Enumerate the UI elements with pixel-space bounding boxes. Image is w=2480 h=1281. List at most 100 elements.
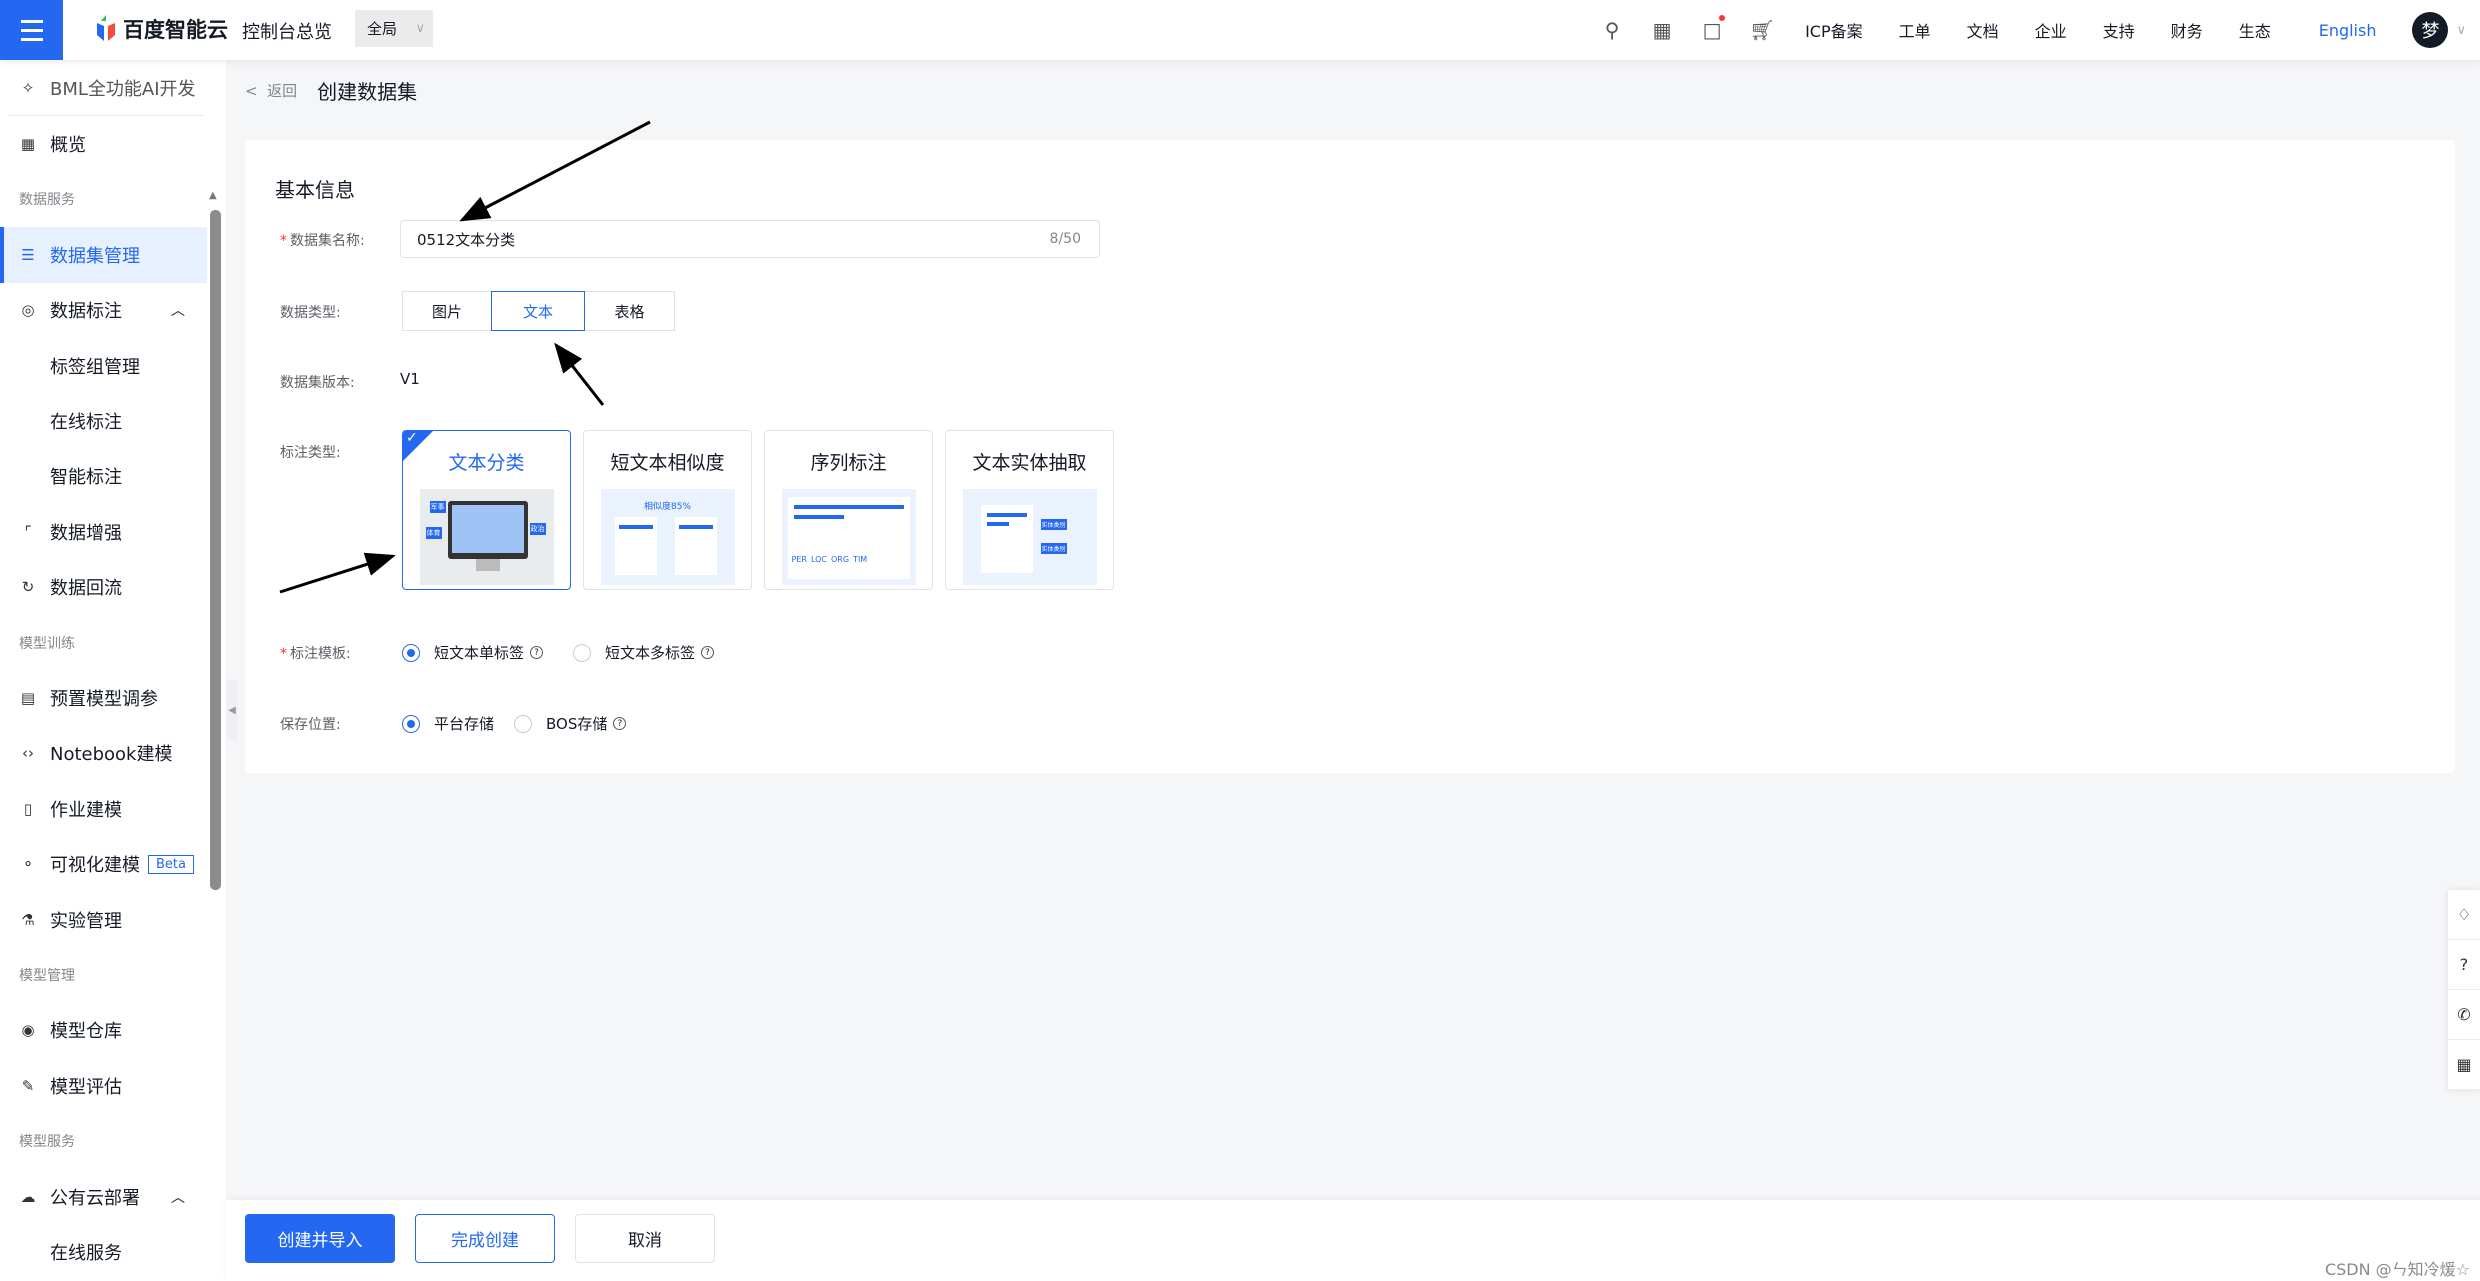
storage-label: 保存位置: [280, 717, 341, 733]
card-sequence-labeling[interactable]: 序列标注 PER LOC ORG TIM [764, 430, 933, 590]
sidebar-product-title[interactable]: ✧ BML全功能AI开发 [0, 60, 207, 115]
evaluate-icon: ✎ [21, 1076, 35, 1095]
baidu-cloud-logo-icon [97, 15, 115, 41]
sidebar-item-label: 公有云部署 [50, 1187, 140, 1209]
avatar[interactable]: 梦 [2412, 12, 2449, 48]
help-icon[interactable]: ? [2448, 940, 2480, 990]
sidebar-item[interactable]: ⚬ 可视化建模 Beta [0, 836, 207, 891]
nav-ecosystem[interactable]: 生态 [2239, 18, 2271, 42]
sidebar-item-label: Notebook建模 [50, 744, 173, 766]
sidebar-item[interactable]: ☁ 公有云部署 ︿ [0, 1169, 207, 1224]
dataset-name-input[interactable]: 0512文本分类 8/50 [400, 220, 1100, 258]
nav-ticket[interactable]: 工单 [1899, 18, 1931, 42]
floating-toolbar: ♢ ? ✆ ▦ [2448, 890, 2480, 1090]
card-text-classification[interactable]: ✓ 文本分类 军事 体育 政治 [402, 430, 571, 590]
sidebar-item[interactable]: ⌜ 数据增强 [0, 504, 207, 559]
template-radio-group: 短文本单标签? 短文本多标签? [402, 642, 744, 663]
create-and-import-button[interactable]: 创建并导入 [245, 1214, 395, 1263]
radio-single-label[interactable] [402, 643, 420, 662]
sidebar-section-header: 数据服务 [0, 172, 207, 227]
card-entity-extraction[interactable]: 文本实体抽取 实体类别 实体类别 [945, 430, 1114, 590]
console-overview-link[interactable]: 控制台总览 [242, 18, 332, 44]
radio-label: BOS存储 [546, 715, 608, 733]
watermark: CSDN @ㄣ知冷煖☆ [2324, 1260, 2470, 1279]
data-type-text[interactable]: 文本 [491, 291, 585, 331]
template-label: * 标注模板: [280, 646, 351, 662]
sidebar-section-header: 模型训练 [0, 615, 207, 670]
qrcode-icon[interactable]: ▦ [1637, 18, 1687, 42]
nav-icp[interactable]: ICP备案 [1805, 18, 1863, 42]
sidebar-item-label: 概览 [50, 135, 86, 157]
nav-finance[interactable]: 财务 [2171, 18, 2203, 42]
sidebar-item[interactable]: ◉ 模型仓库 [0, 1003, 207, 1058]
sidebar-item[interactable]: 标签组管理 [0, 338, 207, 393]
tag: 政治 [529, 523, 546, 535]
tag: 实体类别 [1040, 543, 1067, 554]
radio-platform-storage[interactable] [402, 714, 420, 733]
help-icon[interactable]: ? [530, 646, 544, 659]
data-type-image[interactable]: 图片 [402, 291, 492, 331]
scope-dropdown[interactable]: 全局 ∨ [355, 10, 433, 47]
sidebar-item-label: 模型仓库 [50, 1021, 122, 1043]
top-header: 百度智能云 控制台总览 全局 ∨ ⚲ ▦ □ 🛒︎ ICP备案 工单 文档 企业 … [0, 0, 2480, 60]
tag: 体育 [425, 527, 442, 539]
radio-bos-storage[interactable] [514, 714, 533, 733]
sidebar-item[interactable]: ☰ 数据集管理 [0, 227, 207, 283]
sidebar-item-label: 作业建模 [50, 799, 122, 821]
tag-icon[interactable]: ♢ [2448, 890, 2480, 940]
card-short-text-similarity[interactable]: 短文本相似度 相似度85% [583, 430, 752, 590]
help-icon[interactable]: ? [701, 646, 715, 659]
help-icon[interactable]: ? [613, 717, 627, 730]
sidebar-item[interactable]: ▦ 概览 [0, 116, 207, 171]
repo-icon: ◉ [21, 1021, 35, 1040]
finish-create-button[interactable]: 完成创建 [415, 1214, 555, 1263]
nav-enterprise[interactable]: 企业 [2035, 18, 2067, 42]
sidebar: ✧ BML全功能AI开发 ▦ 概览 数据服务 ☰ 数据集管理 ◎ 数据标注 ︿ 标签组管理 在线标注… [0, 60, 226, 1281]
cart-icon[interactable]: 🛒︎ [1737, 18, 1787, 42]
entity-illustration: 实体类别 实体类别 [962, 489, 1097, 585]
nav-support[interactable]: 支持 [2103, 18, 2135, 42]
sidebar-item[interactable]: ▤ 预置模型调参 [0, 670, 207, 725]
sidebar-item[interactable]: 在线服务 [0, 1224, 207, 1279]
phone-icon[interactable]: ✆ [2448, 990, 2480, 1040]
input-value: 0512文本分类 [417, 230, 516, 249]
sidebar-item[interactable]: 在线标注 [0, 393, 207, 448]
back-link[interactable]: < 返回 [245, 80, 297, 101]
apps-grid-icon[interactable]: ▦ [2448, 1040, 2480, 1090]
nav-docs[interactable]: 文档 [1967, 18, 1999, 42]
sidebar-item[interactable]: ✎ 模型评估 [0, 1058, 207, 1113]
char-count: 8/50 [1049, 231, 1081, 247]
annotation-type-cards: ✓ 文本分类 军事 体育 政治 短文本相似度 相似度85% 序列标注 PER L… [402, 430, 1114, 590]
basic-info-panel: 基本信息 * 数据集名称: 0512文本分类 8/50 数据类型: 图片 文本 表格… [245, 140, 2455, 773]
data-type-table[interactable]: 表格 [584, 291, 675, 331]
cancel-button[interactable]: 取消 [575, 1214, 715, 1263]
search-icon[interactable]: ⚲ [1587, 18, 1637, 42]
notification-dot [1719, 15, 1726, 21]
footer-bar: 创建并导入 完成创建 取消 [226, 1200, 2480, 1281]
database-icon: ☰ [21, 245, 35, 264]
sidebar-item-label: 模型训练 [19, 635, 75, 652]
tag: PER [791, 555, 807, 564]
sidebar-item[interactable]: ▯ 作业建模 [0, 781, 207, 836]
storage-radio-group: 平台存储 BOS存储? [402, 713, 656, 734]
message-icon[interactable]: □ [1687, 15, 1737, 42]
sidebar-item[interactable]: ↻ 数据回流 [0, 560, 207, 615]
page-title: 创建数据集 [317, 79, 418, 104]
scroll-up-arrow[interactable]: ▲ [209, 190, 217, 201]
menu-button[interactable] [0, 0, 63, 60]
scope-value: 全局 [367, 20, 398, 38]
sidebar-collapse-button[interactable]: ◀ [226, 680, 238, 740]
sidebar-item-label: 数据集管理 [50, 245, 140, 267]
chevron-down-icon[interactable]: ∨ [2456, 23, 2466, 38]
chevron-up-icon[interactable]: ︿ [171, 300, 185, 320]
sidebar-item[interactable]: 智能标注 [0, 449, 207, 504]
radio-multi-label[interactable] [573, 643, 592, 662]
sidebar-item[interactable]: ⚗ 实验管理 [0, 892, 207, 947]
radio-label: 平台存储 [434, 715, 495, 733]
sidebar-scrollbar[interactable] [210, 210, 221, 890]
logo[interactable]: 百度智能云 [95, 14, 228, 44]
sidebar-item[interactable]: ◎ 数据标注 ︿ [0, 283, 207, 338]
chevron-up-icon[interactable]: ︿ [171, 1187, 185, 1207]
language-switch[interactable]: English [2319, 21, 2377, 40]
sidebar-item[interactable]: ‹› Notebook建模 [0, 726, 207, 781]
